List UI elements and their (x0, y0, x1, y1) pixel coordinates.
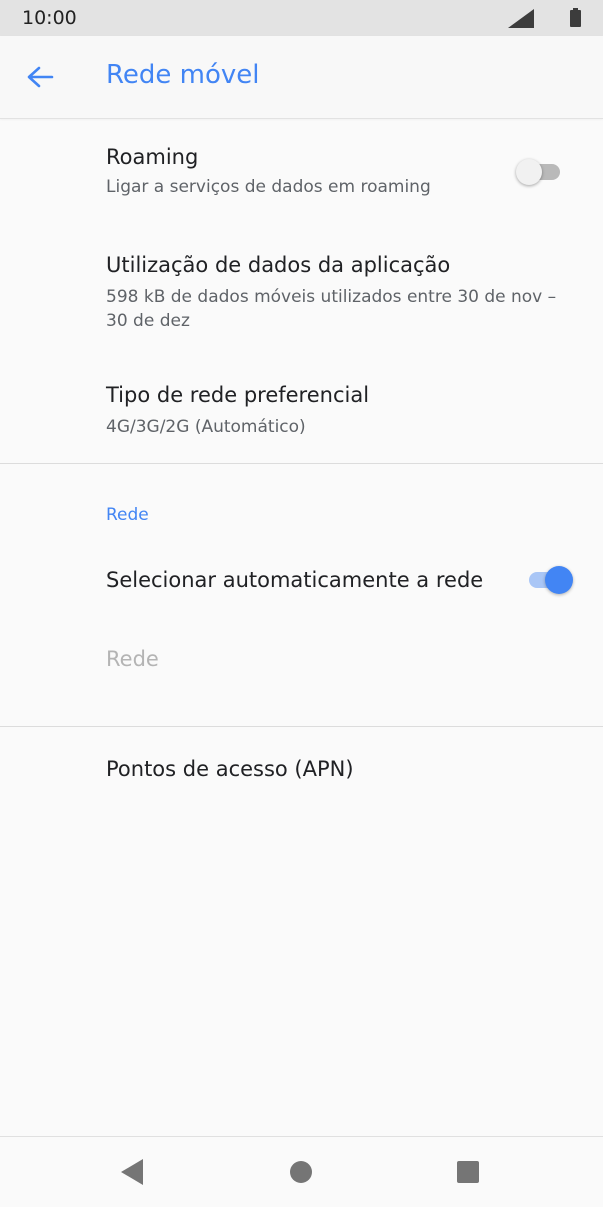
divider (0, 463, 603, 464)
app-bar: Rede móvel (0, 36, 603, 119)
arrow-back-icon (27, 66, 54, 88)
auto-select-network-setting[interactable]: Selecionar automaticamente a rede (0, 540, 603, 620)
auto-select-switch-thumb (545, 566, 573, 594)
app-data-usage-summary: 598 kB de dados móveis utilizados entre … (106, 287, 557, 331)
apn-title: Pontos de acesso (APN) (106, 757, 354, 781)
status-time: 10:00 (22, 7, 77, 29)
preferred-network-type-setting[interactable]: Tipo de rede preferencial 4G/3G/2G (Auto… (0, 350, 603, 462)
nav-overview-icon[interactable] (457, 1161, 479, 1183)
preferred-network-type-summary: 4G/3G/2G (Automático) (106, 417, 306, 437)
nav-back-icon[interactable] (121, 1159, 145, 1185)
navigation-bar (0, 1136, 603, 1207)
roaming-setting[interactable]: Roaming Ligar a serviços de dados em roa… (0, 118, 603, 222)
preferred-network-type-title: Tipo de rede preferencial (106, 383, 370, 407)
auto-select-network-switch[interactable] (523, 564, 579, 596)
roaming-title: Roaming (106, 145, 199, 169)
battery-icon (570, 8, 581, 27)
app-data-usage-setting[interactable]: Utilização de dados da aplicação 598 kB … (0, 222, 603, 350)
network-setting: Rede (0, 620, 603, 700)
app-data-usage-title: Utilização de dados da aplicação (106, 253, 451, 277)
roaming-switch-thumb (516, 159, 542, 185)
signal-icon (508, 9, 534, 28)
back-button[interactable] (16, 53, 64, 101)
network-section-header: Rede (106, 505, 149, 525)
page-title: Rede móvel (106, 60, 260, 90)
nav-home-icon[interactable] (290, 1161, 312, 1183)
status-bar: 10:00 (0, 0, 603, 36)
auto-select-network-title: Selecionar automaticamente a rede (106, 568, 484, 592)
roaming-summary: Ligar a serviços de dados em roaming (106, 177, 431, 197)
apn-setting[interactable]: Pontos de acesso (APN) (0, 727, 603, 811)
roaming-switch[interactable] (512, 158, 568, 186)
network-title: Rede (106, 647, 159, 671)
